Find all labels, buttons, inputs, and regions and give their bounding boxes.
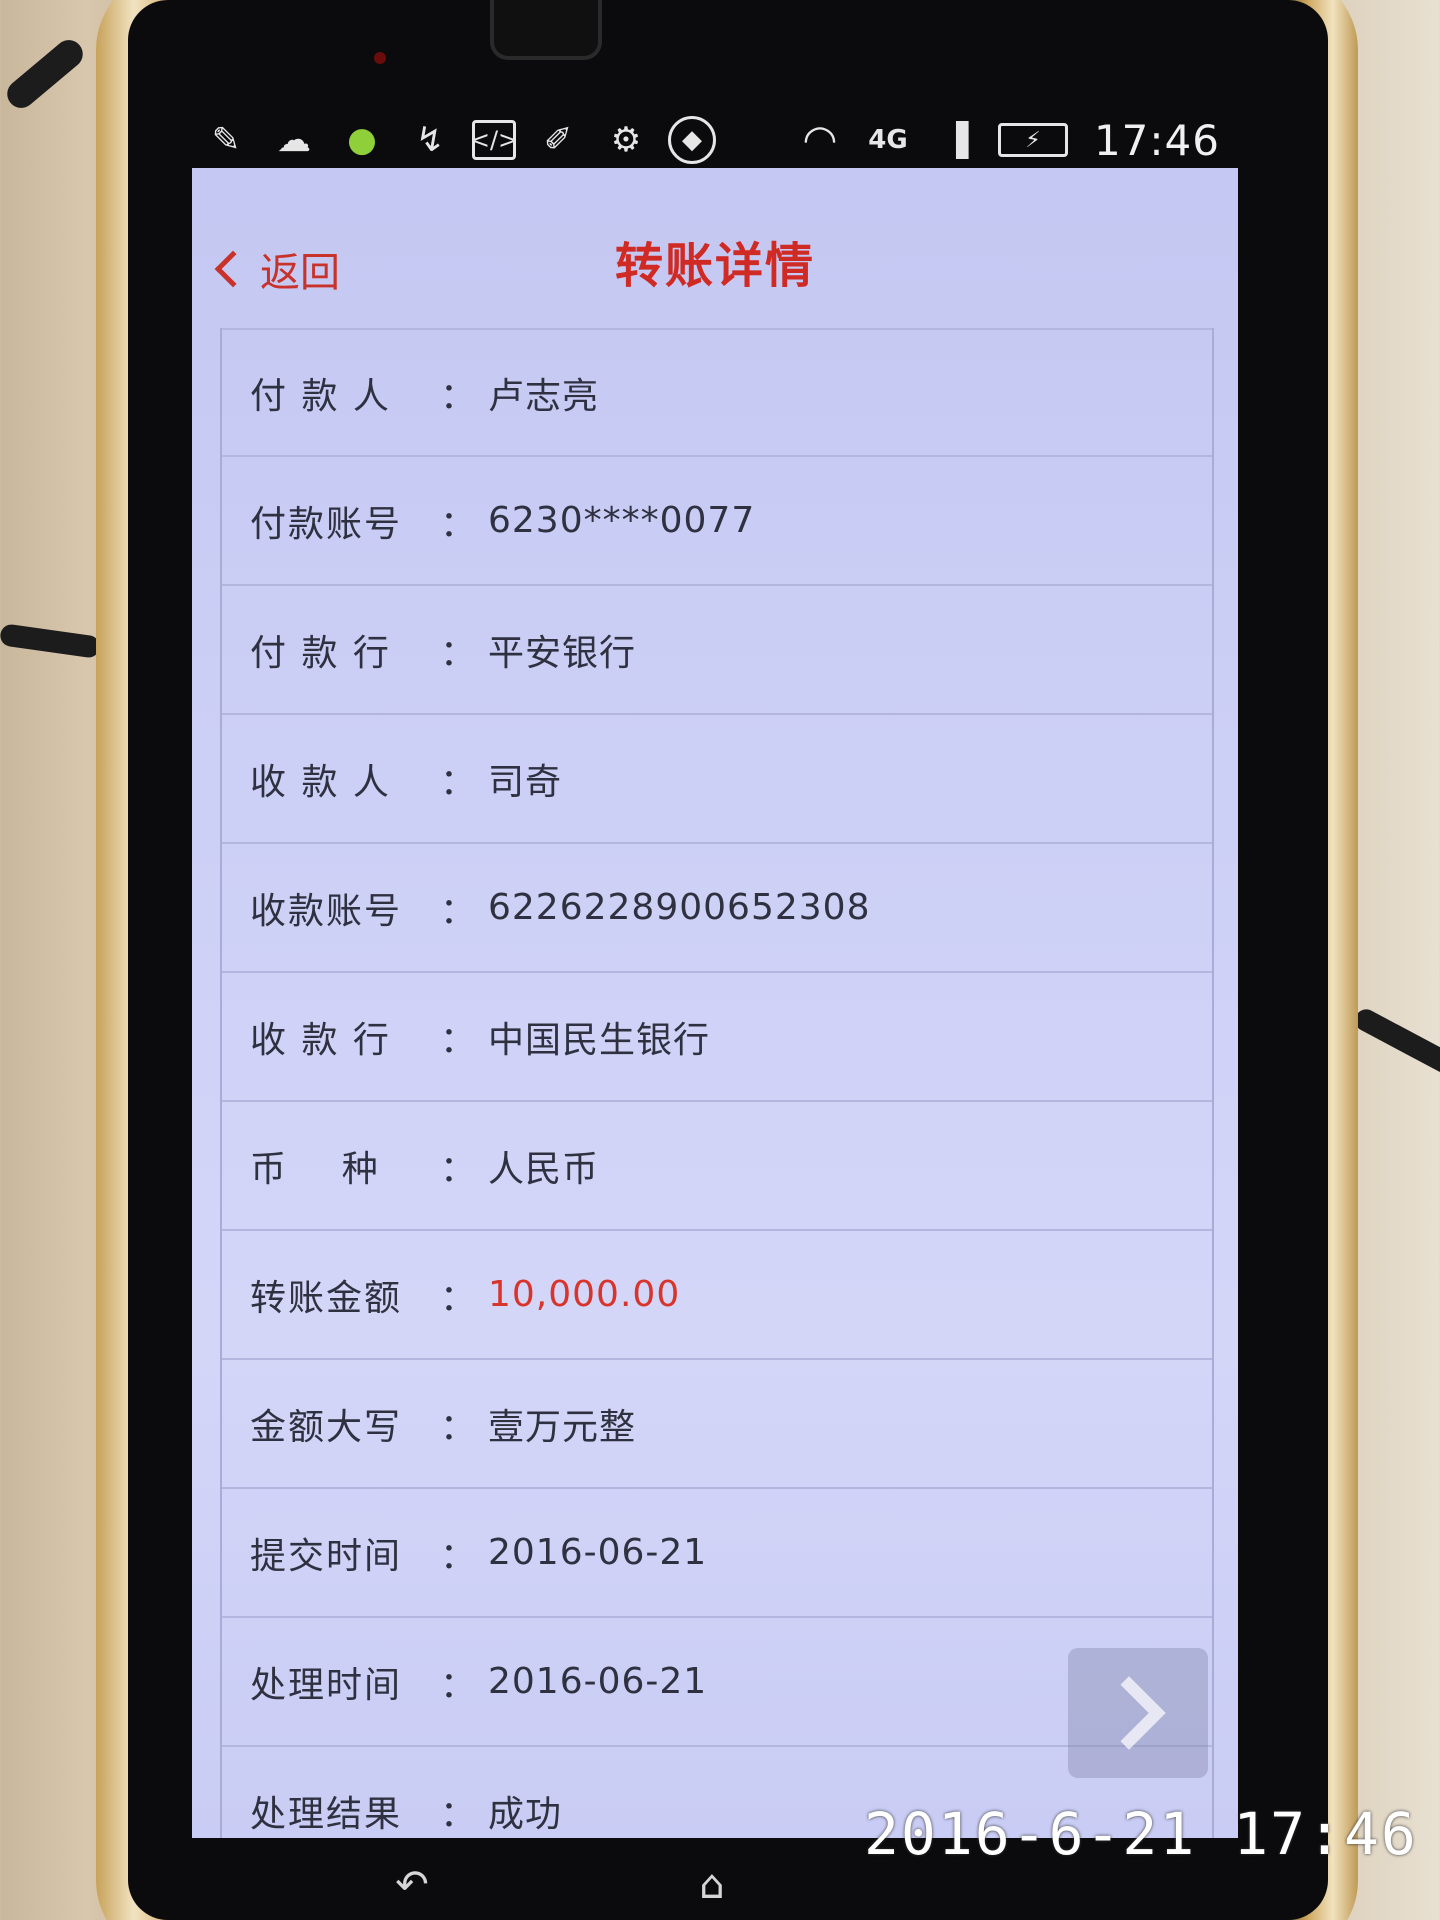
battery-charging-icon: ⚡ [997,123,1068,157]
leaf-icon: ✎ [211,120,241,160]
row-label: 收 款 行 [250,1019,391,1061]
row-colon: ： [440,761,477,803]
amount-value: 10,000.00 [488,1274,681,1315]
floating-next-button[interactable] [1068,1648,1208,1778]
row-colon: ： [440,1793,477,1835]
row-label: 金额大写 [250,1406,403,1448]
cleaner-icon: ✐ [543,120,573,160]
row-colon: ： [440,890,477,932]
4g-icon: 4G [868,125,908,155]
row-value: 壹万元整 [488,1406,637,1448]
detail-row-payee-account: 收款账号 ： 6226228900652308 [222,844,1212,973]
detail-row-currency: 币 种 ： 人民币 [222,1102,1212,1231]
row-label: 币 种 [250,1148,380,1190]
row-label: 处理结果 [250,1793,403,1835]
row-value: 成功 [488,1793,563,1835]
row-label: 提交时间 [250,1535,403,1577]
chevron-right-icon [1092,1676,1166,1750]
row-value: 人民币 [488,1148,600,1190]
detail-row-submit-time: 提交时间 ： 2016-06-21 [222,1489,1212,1618]
detail-row-payer: 付 款 人 ： 卢志亮 [222,328,1212,457]
row-value: 司奇 [488,761,563,803]
row-value: 卢志亮 [488,375,600,417]
title-bar: 返回 转账详情 [192,168,1238,328]
row-colon: ： [440,1406,477,1448]
detail-row-payer-bank: 付 款 行 ： 平安银行 [222,586,1212,715]
transfer-detail-list: 付 款 人 ： 卢志亮 付款账号 ： 6230****0077 付 款 行 ： … [220,328,1214,1838]
usb-icon: ↯ [415,120,445,160]
detail-row-payee-bank: 收 款 行 ： 中国民生银行 [222,973,1212,1102]
row-value: 平安银行 [488,632,637,674]
row-value: 6226228900652308 [488,887,871,928]
row-colon: ： [440,1148,477,1190]
row-colon: ： [440,1019,477,1061]
shield-icon: ◆ [668,116,716,164]
app-notification-icon: ● [347,120,377,160]
home-nav-icon[interactable]: ⌂ [682,1862,742,1908]
desk-cable-left [0,623,102,659]
row-label: 付 款 行 [250,632,391,674]
weather-icon: ☁ [277,120,311,160]
photo-date-stamp: 2016-6-21 17:46 [864,1800,1418,1868]
row-value: 2016-06-21 [488,1532,708,1573]
desk-cable-top [1,34,89,114]
row-label: 处理时间 [250,1664,403,1706]
row-label: 收 款 人 [250,761,391,803]
detail-row-amount: 转账金额 ： 10,000.00 [222,1231,1212,1360]
row-label: 付款账号 [250,503,403,545]
row-colon: ： [440,1277,477,1319]
row-colon: ： [440,1535,477,1577]
row-value: 中国民生银行 [488,1019,711,1061]
status-time: 17:46 [1093,115,1220,165]
detail-row-process-time: 处理时间 ： 2016-06-21 [222,1618,1212,1747]
desk-cable-right [1351,1005,1440,1077]
detail-row-payer-account: 付款账号 ： 6230****0077 [222,457,1212,586]
detail-row-payee: 收 款 人 ： 司奇 [222,715,1212,844]
front-sensor [374,52,386,64]
signal-icon: ▐ [943,121,969,159]
row-colon: ： [440,375,477,417]
row-colon: ： [440,503,477,545]
detail-row-amount-in-words: 金额大写 ： 壹万元整 [222,1360,1212,1489]
row-value: 6230****0077 [488,500,756,541]
row-label: 付 款 人 [250,375,391,417]
row-label: 转账金额 [250,1277,403,1319]
wifi-icon: ◠ [802,117,838,163]
earpiece [490,0,602,60]
app-screen: 返回 转账详情 付 款 人 ： 卢志亮 付款账号 ： 6230****0077 … [192,168,1238,1838]
row-colon: ： [440,1664,477,1706]
row-colon: ： [440,632,477,674]
back-nav-icon[interactable]: ↶ [382,1862,442,1908]
code-icon: </> [470,120,518,160]
row-label: 收款账号 [250,890,403,932]
security-gear-icon: ⚙ [610,120,642,160]
row-value: 2016-06-21 [488,1661,708,1702]
page-title: 转账详情 [614,238,815,294]
